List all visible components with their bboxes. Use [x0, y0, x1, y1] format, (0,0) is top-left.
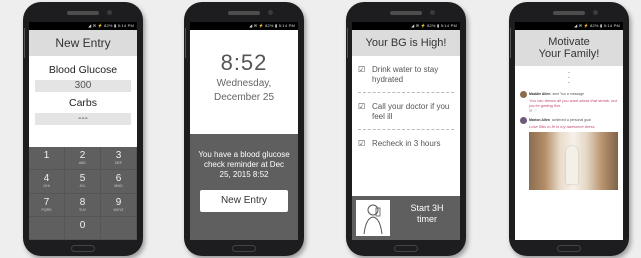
title-line1: Motivate — [548, 36, 590, 48]
status-bar: ◢ ✉ ⚡ 82% ▮ 5:14 PM — [515, 22, 623, 30]
post-text: You can dream all you want about that st… — [529, 98, 617, 108]
checkbox-icon[interactable]: ☑ — [358, 102, 365, 112]
author-name: Maddie Allen — [529, 92, 551, 96]
speaker — [228, 11, 260, 15]
camera — [107, 10, 112, 15]
status-bar: ◢ ✉ ⚡ 82% ▮ 5:14 PM — [352, 22, 460, 30]
screen-reminder: ◢ ✉ ⚡ 82% ▮ 5:14 PM 8:52 Wednesday, Dece… — [190, 22, 298, 240]
page-title: Motivate Your Family! — [515, 30, 623, 66]
home-button[interactable] — [394, 245, 418, 252]
checklist-item[interactable]: ☑ Recheck in 3 hours — [358, 130, 454, 156]
home-button[interactable] — [557, 245, 581, 252]
more-dots-icon[interactable]: · · · — [515, 69, 623, 87]
key-1[interactable]: 1 — [29, 147, 65, 171]
person-drinking-illustration — [356, 200, 390, 236]
checklist-item[interactable]: ☑ Call your doctor if you feel ill — [358, 93, 454, 130]
key-4[interactable]: 4 GHI — [29, 170, 65, 194]
avatar — [520, 91, 527, 98]
camera — [593, 10, 598, 15]
speaker — [67, 11, 99, 15]
timer-panel[interactable]: Start 3H timer — [352, 196, 460, 240]
phone-1: ◢ ✉ ⚡ 82% ▮ 5:14 PM New Entry Blood Gluc… — [23, 2, 143, 256]
screen-high-bg: ◢ ✉ ⚡ 82% ▮ 5:14 PM Your BG is High! ☑ D… — [352, 22, 460, 240]
key-8[interactable]: 8 TUV — [65, 193, 101, 217]
key-9[interactable]: 9 WXYZ — [101, 193, 137, 217]
speaker — [390, 11, 422, 15]
carbs-input[interactable]: --- — [35, 113, 131, 125]
checklist-item-label: Drink water to stay hydrated — [372, 65, 439, 84]
reminder-message: You have a blood glucose check reminder … — [198, 150, 290, 179]
phone-3: ◢ ✉ ⚡ 82% ▮ 5:14 PM Your BG is High! ☑ D… — [346, 2, 466, 256]
feed-post: Maddie Allen sent You a message You can … — [520, 91, 618, 113]
status-bar: ◢ ✉ ⚡ 82% ▮ 5:14 PM — [190, 22, 298, 30]
screen-new-entry: ◢ ✉ ⚡ 82% ▮ 5:14 PM New Entry Blood Gluc… — [29, 22, 137, 240]
home-button[interactable] — [232, 245, 256, 252]
checklist-item-label: Recheck in 3 hours — [372, 139, 441, 148]
clock-date-day: Wednesday, — [216, 78, 272, 89]
dress-photo — [529, 132, 618, 190]
clock-time: 8:52 — [220, 50, 268, 75]
key-3[interactable]: 3 DEF — [101, 147, 137, 171]
phone-2: ◢ ✉ ⚡ 82% ▮ 5:14 PM 8:52 Wednesday, Dece… — [184, 2, 304, 256]
author-name: Marion Allen — [529, 118, 550, 122]
page-title: New Entry — [29, 30, 137, 56]
start-timer-line2: timer — [417, 214, 437, 224]
key-blank-right — [101, 216, 137, 240]
reminder-panel: You have a blood glucose check reminder … — [190, 134, 298, 240]
post-author: Maddie Allen sent You a message — [520, 91, 618, 98]
speaker — [553, 11, 585, 15]
checklist-item-label: Call your doctor if you feel ill — [372, 102, 450, 121]
phone-4: ◢ ✉ ⚡ 82% ▮ 5:14 PM Motivate Your Family… — [509, 2, 629, 256]
clock-date-month: December 25 — [213, 92, 275, 103]
reaction-icons[interactable]: ✉ ♡ — [520, 108, 618, 113]
status-bar: ◢ ✉ ⚡ 82% ▮ 5:14 PM — [29, 22, 137, 30]
title-line2: Your Family! — [538, 48, 600, 60]
blood-glucose-label: Blood Glucose — [48, 64, 118, 76]
post-text: Lose 5lbs to fit in my awesome dress — [529, 124, 595, 129]
checkbox-icon[interactable]: ☑ — [358, 65, 365, 75]
key-blank-left — [29, 216, 65, 240]
screen-motivate: ◢ ✉ ⚡ 82% ▮ 5:14 PM Motivate Your Family… — [515, 22, 623, 240]
checkbox-icon[interactable]: ☑ — [358, 139, 365, 149]
post-action: sent You a message — [552, 92, 584, 96]
blood-glucose-input[interactable]: 300 — [35, 80, 131, 92]
home-button[interactable] — [71, 245, 95, 252]
avatar — [520, 117, 527, 124]
carbs-label: Carbs — [68, 97, 97, 109]
new-entry-button[interactable]: New Entry — [200, 190, 288, 212]
post-action: achieved a personal goal — [551, 118, 591, 122]
start-timer-line1: Start 3H — [410, 203, 444, 213]
key-2[interactable]: 2 ABC — [65, 147, 101, 171]
numeric-keypad: 1 2 ABC 3 DEF 4 GHI 5 JKL 6 MNO 7 PQRS 8 TUV 9W… — [29, 147, 137, 240]
lock-clock: 8:52 Wednesday, December 25 — [190, 30, 298, 134]
post-author: Marion Allen achieved a personal goal — [520, 117, 618, 124]
key-5[interactable]: 5 JKL — [65, 170, 101, 194]
key-6[interactable]: 6 MNO — [101, 170, 137, 194]
camera — [430, 10, 435, 15]
camera — [268, 10, 273, 15]
key-7[interactable]: 7 PQRS — [29, 193, 65, 217]
checklist-item[interactable]: ☑ Drink water to stay hydrated — [358, 56, 454, 93]
feed-post: Marion Allen achieved a personal goal Lo… — [520, 117, 618, 129]
page-title: Your BG is High! — [352, 30, 460, 56]
start-timer-button[interactable]: Start 3H timer — [396, 203, 458, 225]
key-0[interactable]: 0 — [65, 216, 101, 240]
